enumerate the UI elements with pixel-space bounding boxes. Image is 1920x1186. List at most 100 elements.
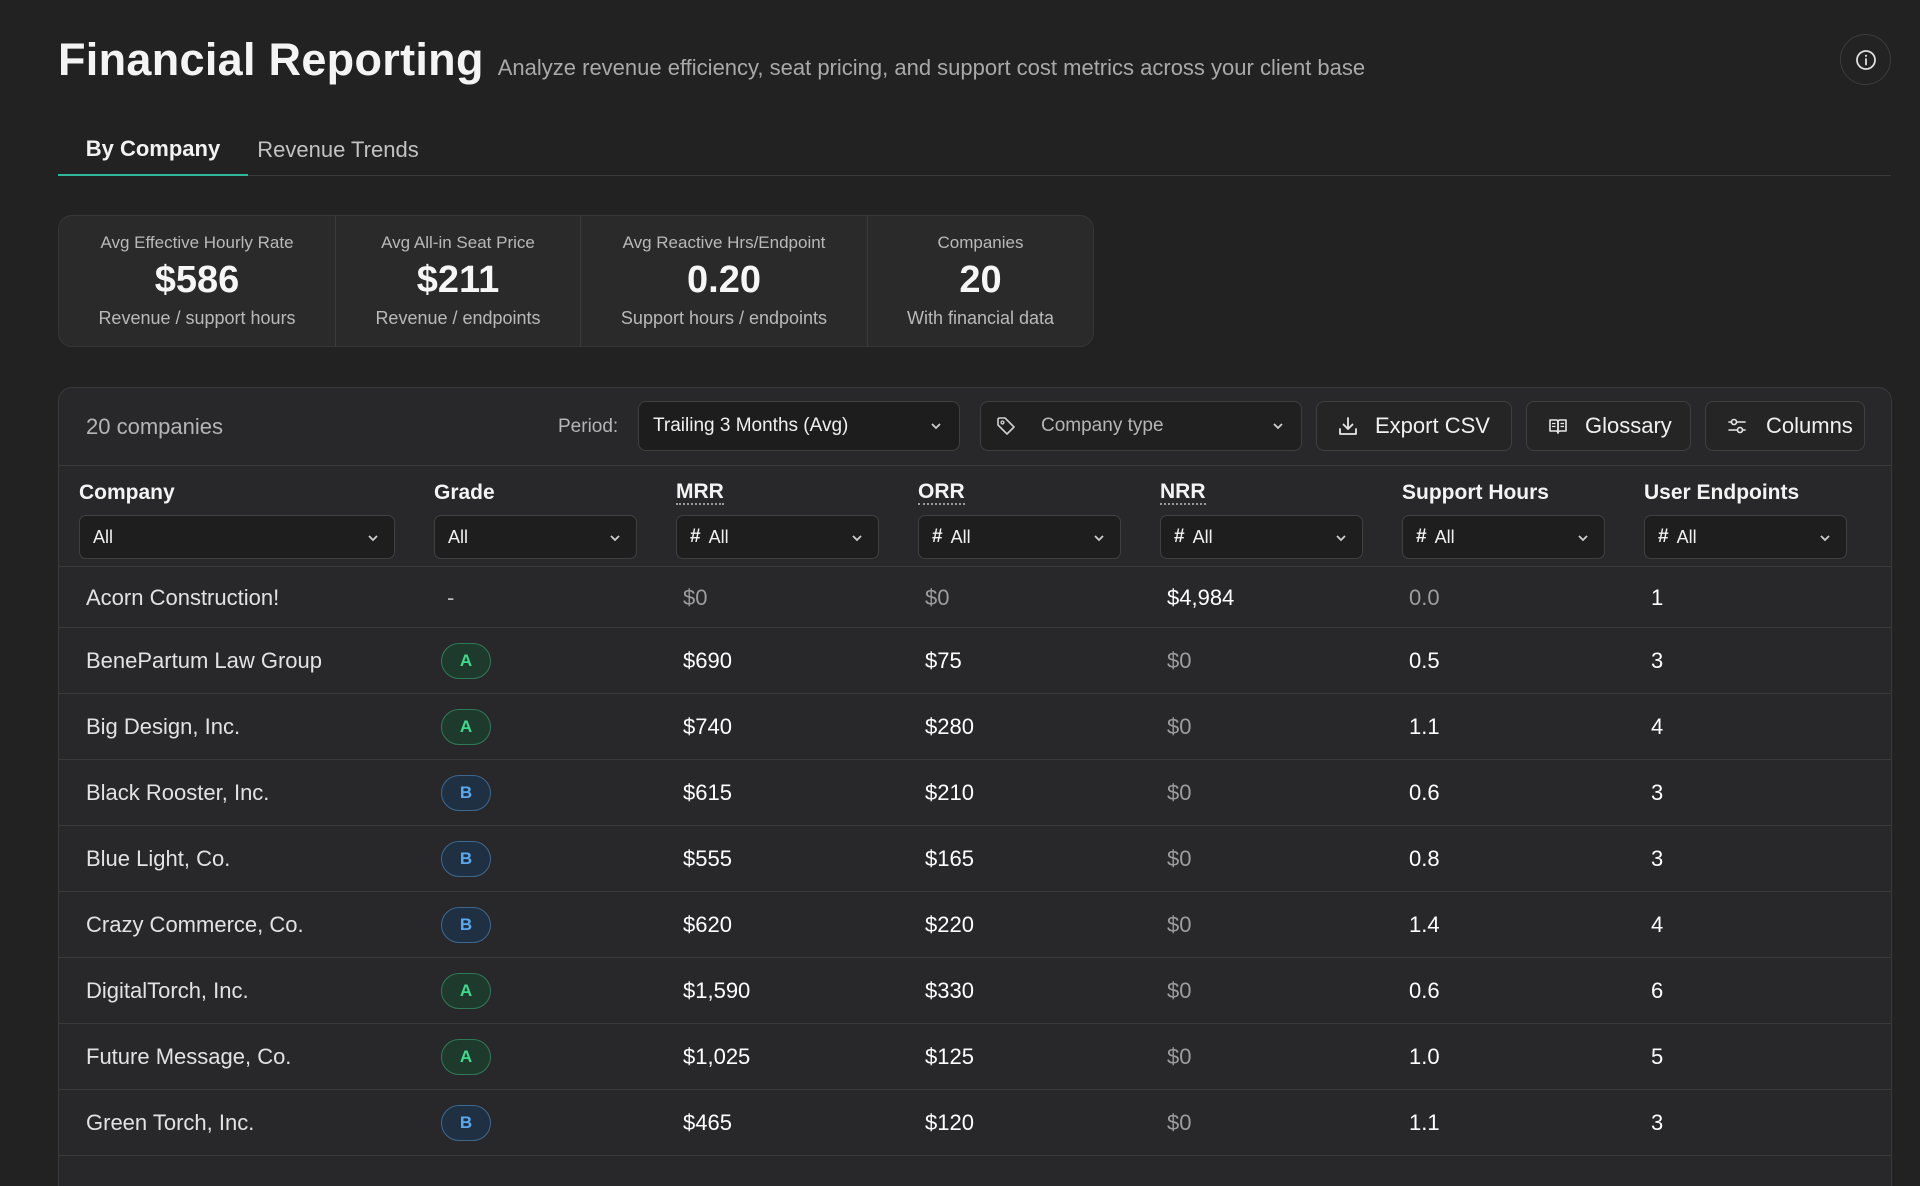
grade-cell: B	[441, 760, 491, 825]
table-toolbar: 20 companies Period: Trailing 3 Months (…	[59, 388, 1891, 466]
nrr-cell: $0	[1167, 1043, 1192, 1069]
columns-button[interactable]: Columns	[1705, 401, 1865, 451]
table-header: Company All Grade All MRR # All ORR # Al…	[59, 467, 1891, 567]
glossary-button[interactable]: Glossary	[1526, 401, 1691, 451]
page-title: Financial Reporting	[58, 34, 484, 85]
grade-badge: B	[441, 774, 491, 811]
stat-seat-price: Avg All-in Seat Price $211 Revenue / end…	[336, 216, 581, 346]
tab-by-company[interactable]: By Company	[58, 124, 248, 176]
company-name[interactable]: Black Rooster, Inc.	[86, 760, 269, 825]
column-nrr: NRR # All	[1160, 481, 1363, 559]
user-endpoints-cell: 4	[1651, 713, 1664, 739]
period-select[interactable]: Trailing 3 Months (Avg)	[638, 401, 960, 451]
support-hours-cell: 0.6	[1409, 779, 1440, 805]
mrr-cell: $555	[683, 845, 732, 871]
hash-icon: #	[690, 526, 701, 547]
filter-value: All	[950, 526, 971, 547]
column-label[interactable]: User Endpoints	[1644, 481, 1799, 505]
stat-hourly-rate: Avg Effective Hourly Rate $586 Revenue /…	[59, 216, 336, 346]
column-label[interactable]: MRR	[676, 481, 724, 505]
table-row[interactable]: Black Rooster, Inc. B $615 $210 $0 0.6 3	[59, 760, 1891, 826]
nrr-filter[interactable]: # All	[1160, 515, 1363, 559]
tab-revenue-trends[interactable]: Revenue Trends	[248, 124, 428, 176]
nrr-cell: $0	[1167, 713, 1192, 739]
table-body: Acorn Construction! - $0 $0 $4,984 0.0 1…	[59, 568, 1891, 1156]
stat-sub: Support hours / endpoints	[620, 308, 828, 328]
hash-icon: #	[1416, 526, 1427, 547]
table-row[interactable]: Acorn Construction! - $0 $0 $4,984 0.0 1	[59, 568, 1891, 628]
column-label[interactable]: NRR	[1160, 481, 1206, 505]
orr-cell: $220	[925, 911, 974, 937]
grade-badge: B	[441, 906, 491, 943]
table-row[interactable]: BenePartum Law Group A $690 $75 $0 0.5 3	[59, 628, 1891, 694]
support-hours-cell: 1.0	[1409, 1043, 1440, 1069]
mrr-cell: $740	[683, 713, 732, 739]
mrr-filter[interactable]: # All	[676, 515, 879, 559]
support-hours-cell: 1.1	[1409, 1109, 1440, 1135]
grade-filter[interactable]: All	[434, 515, 637, 559]
stat-sub: Revenue / endpoints	[375, 308, 541, 328]
company-name[interactable]: Future Message, Co.	[86, 1024, 291, 1089]
export-csv-label: Export CSV	[1375, 413, 1490, 438]
user-endpoints-filter[interactable]: # All	[1644, 515, 1847, 559]
grade-cell: B	[441, 892, 491, 957]
page-header: Financial Reporting Analyze revenue effi…	[58, 34, 1365, 86]
grade-cell: -	[441, 568, 454, 627]
period-value: Trailing 3 Months (Avg)	[653, 415, 849, 436]
chevron-down-icon	[931, 423, 941, 430]
user-endpoints-cell: 5	[1651, 1043, 1664, 1069]
company-name[interactable]: Crazy Commerce, Co.	[86, 892, 304, 957]
company-filter[interactable]: All	[79, 515, 395, 559]
company-name[interactable]: DigitalTorch, Inc.	[86, 958, 249, 1023]
info-button[interactable]	[1840, 34, 1891, 85]
company-name[interactable]: Big Design, Inc.	[86, 694, 240, 759]
table-row[interactable]: Future Message, Co. A $1,025 $125 $0 1.0…	[59, 1024, 1891, 1090]
column-orr: ORR # All	[918, 481, 1121, 559]
column-label[interactable]: Support Hours	[1402, 481, 1549, 505]
tab-bar: By Company Revenue Trends	[58, 124, 1891, 176]
export-csv-button[interactable]: Export CSV	[1316, 401, 1512, 451]
stat-value: 20	[959, 259, 1002, 301]
support-hours-filter[interactable]: # All	[1402, 515, 1605, 559]
company-table-panel: 20 companies Period: Trailing 3 Months (…	[58, 387, 1892, 1186]
support-hours-cell: 0.8	[1409, 845, 1440, 871]
company-type-select[interactable]: Company type	[980, 401, 1302, 451]
chevron-down-icon	[1094, 535, 1104, 542]
table-row[interactable]: Blue Light, Co. B $555 $165 $0 0.8 3	[59, 826, 1891, 892]
columns-label: Columns	[1766, 413, 1853, 438]
column-company: Company All	[79, 481, 395, 559]
grade-cell: B	[441, 826, 491, 891]
download-icon	[1339, 417, 1357, 435]
stat-reactive-hours: Avg Reactive Hrs/Endpoint 0.20 Support h…	[581, 216, 868, 346]
column-user-endpoints: User Endpoints # All	[1644, 481, 1847, 559]
company-count: 20 companies	[86, 414, 223, 439]
orr-filter[interactable]: # All	[918, 515, 1121, 559]
grade-cell: A	[441, 1024, 491, 1089]
table-row[interactable]: Green Torch, Inc. B $465 $120 $0 1.1 3	[59, 1090, 1891, 1156]
grade-badge: A	[441, 972, 491, 1009]
grade-badge: B	[441, 1104, 491, 1141]
user-endpoints-cell: 3	[1651, 845, 1664, 871]
chevron-down-icon	[1336, 535, 1346, 542]
column-label[interactable]: Grade	[434, 481, 495, 505]
table-row[interactable]: Big Design, Inc. A $740 $280 $0 1.1 4	[59, 694, 1891, 760]
support-hours-cell: 0.5	[1409, 647, 1440, 673]
company-name[interactable]: Green Torch, Inc.	[86, 1090, 254, 1155]
company-name[interactable]: Acorn Construction!	[86, 568, 279, 627]
column-grade: Grade All	[434, 481, 637, 559]
grade-badge: A	[441, 642, 491, 679]
column-label[interactable]: ORR	[918, 481, 965, 505]
table-row[interactable]: Crazy Commerce, Co. B $620 $220 $0 1.4 4	[59, 892, 1891, 958]
table-row[interactable]: DigitalTorch, Inc. A $1,590 $330 $0 0.6 …	[59, 958, 1891, 1024]
company-name[interactable]: BenePartum Law Group	[86, 628, 322, 693]
column-label[interactable]: Company	[79, 481, 175, 505]
stat-value: $211	[416, 259, 500, 301]
column-support-hours: Support Hours # All	[1402, 481, 1605, 559]
support-hours-cell: 0.0	[1409, 584, 1440, 610]
chevron-down-icon	[1273, 423, 1283, 430]
orr-cell: $165	[925, 845, 974, 871]
chevron-down-icon	[852, 535, 862, 542]
nrr-cell: $0	[1167, 977, 1192, 1003]
company-name[interactable]: Blue Light, Co.	[86, 826, 230, 891]
nrr-cell: $0	[1167, 779, 1192, 805]
